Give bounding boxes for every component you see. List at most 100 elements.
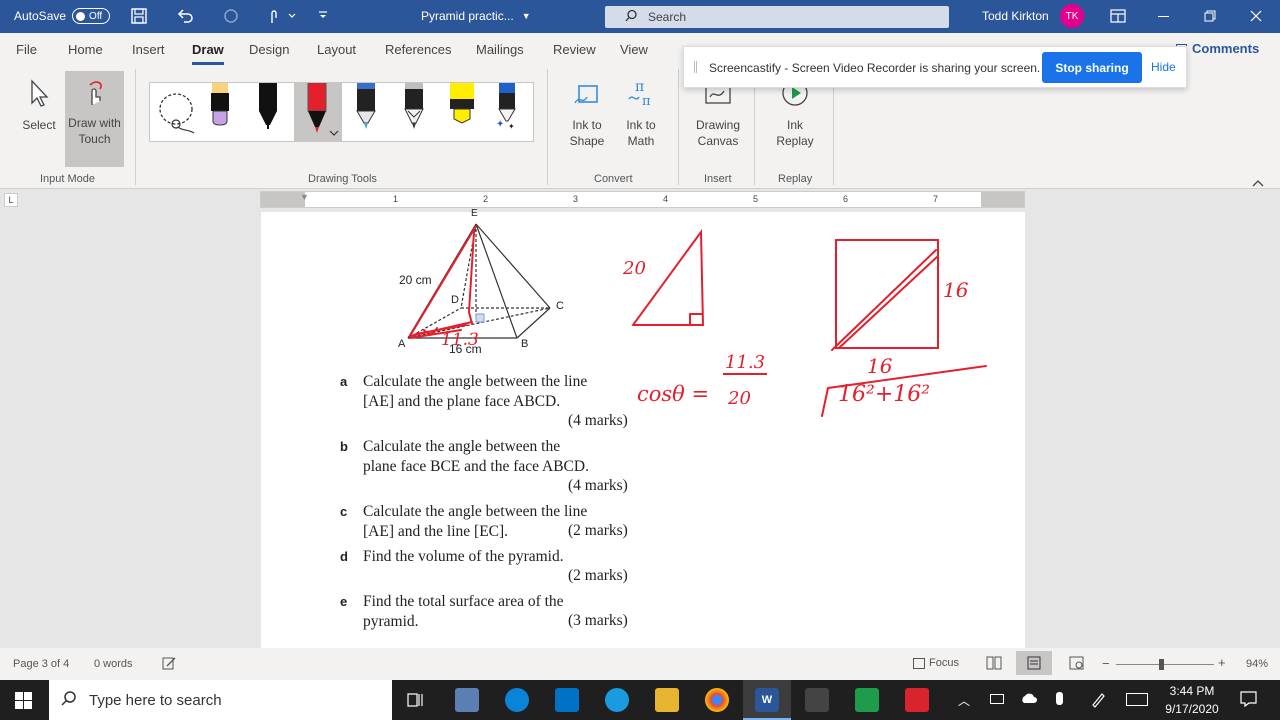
read-mode-icon[interactable]	[986, 656, 1002, 673]
taskbar-search[interactable]: Type here to search	[49, 680, 392, 720]
zoom-out-button[interactable]: −	[1102, 656, 1110, 671]
pen-black[interactable]	[256, 83, 280, 132]
replay-group-label: Replay	[778, 173, 813, 185]
web-layout-icon[interactable]	[1069, 656, 1084, 673]
tab-draw[interactable]: Draw	[192, 42, 224, 65]
question-marks: (2 marks)	[568, 567, 628, 584]
search-box[interactable]: Search	[605, 6, 949, 28]
select-button[interactable]: Select	[20, 77, 58, 133]
ribbon-display-icon[interactable]	[1110, 9, 1126, 23]
ink-hypotenuse: 20	[623, 258, 646, 279]
minimize-icon[interactable]	[1158, 16, 1169, 17]
autosave-toggle[interactable]: Off	[72, 8, 111, 24]
drag-handle-icon[interactable]	[694, 61, 697, 73]
ink-cos-numerator: 11.3	[723, 352, 768, 375]
outlook-icon[interactable]	[555, 688, 579, 712]
touch-keyboard-icon[interactable]	[1126, 693, 1148, 706]
clock-time[interactable]: 3:44 PM	[1164, 684, 1220, 698]
question-marks: (3 marks)	[568, 612, 628, 629]
input-mode-group-label: Input Mode	[40, 173, 96, 185]
zoom-slider[interactable]	[1116, 664, 1214, 665]
battery-icon[interactable]	[990, 694, 1004, 704]
clock-date[interactable]: 9/17/2020	[1158, 702, 1226, 716]
internet-explorer-icon[interactable]	[605, 688, 629, 712]
print-layout-button[interactable]	[1016, 651, 1052, 675]
document-title[interactable]: Pyramid practic... ▼	[421, 9, 531, 23]
question-text: Calculate the angle between the line	[363, 373, 588, 390]
figure-label-e: E	[471, 208, 478, 219]
tab-insert[interactable]: Insert	[132, 42, 165, 57]
avatar[interactable]: TK	[1060, 4, 1084, 28]
onedrive-icon[interactable]	[1020, 692, 1038, 707]
tab-references[interactable]: References	[385, 42, 451, 57]
task-view-icon[interactable]	[406, 691, 424, 712]
pen-red-selected[interactable]	[294, 82, 342, 141]
word-count[interactable]: 0 words	[94, 658, 133, 670]
lasso-select-icon[interactable]	[154, 89, 198, 138]
group-divider	[678, 69, 679, 185]
tab-file[interactable]: File	[16, 42, 37, 57]
proofing-icon[interactable]	[162, 657, 176, 673]
word-icon: W	[755, 688, 779, 712]
question-letter: c	[340, 504, 348, 519]
edge-icon[interactable]	[505, 688, 529, 712]
tab-mailings[interactable]: Mailings	[476, 42, 524, 57]
snipping-tool-icon[interactable]	[455, 688, 479, 712]
windows-start-icon[interactable]	[15, 692, 32, 712]
tab-design[interactable]: Design	[249, 42, 289, 57]
pencil-silver[interactable]	[402, 83, 426, 132]
draw-with-touch-button[interactable]: Draw with Touch	[65, 71, 124, 167]
geogebra-icon[interactable]	[855, 688, 879, 712]
pen-workspace-icon[interactable]	[1090, 692, 1106, 711]
title-bar: AutoSave Off Pyramid practic... ▼ Search…	[0, 0, 1280, 33]
notifications-icon[interactable]	[1240, 691, 1257, 710]
restore-icon[interactable]	[1204, 10, 1216, 22]
comments-button[interactable]: Comments	[1176, 41, 1259, 56]
highlighter-pen-purple[interactable]	[208, 83, 232, 132]
zoom-in-button[interactable]: +	[1218, 655, 1226, 670]
autosave[interactable]: AutoSave Off	[14, 8, 111, 24]
page-count[interactable]: Page 3 of 4	[13, 658, 69, 670]
question-text: [AE] and the line [EC].	[363, 523, 509, 540]
indent-marker-icon[interactable]: ▼	[300, 192, 309, 202]
save-icon[interactable]	[130, 7, 148, 25]
tab-view[interactable]: View	[620, 42, 648, 57]
tab-review[interactable]: Review	[553, 42, 596, 57]
touch-mode-icon[interactable]	[266, 7, 296, 25]
ruler-number: 2	[483, 194, 489, 204]
document-page[interactable]: 20 cm 16 cm A B C D E 11.3 20 cosθ = 11.…	[261, 208, 1025, 648]
hide-button[interactable]: Hide	[1151, 60, 1176, 74]
microphone-icon[interactable]	[1056, 692, 1063, 705]
file-explorer-icon[interactable]	[655, 688, 679, 712]
game-bar-icon[interactable]	[805, 688, 829, 712]
group-divider	[547, 69, 548, 185]
pencil-blue[interactable]	[354, 83, 378, 132]
highlighter-yellow[interactable]	[448, 83, 476, 132]
galaxy-pen[interactable]: ✦ ✦	[494, 83, 520, 132]
zoom-slider-thumb[interactable]	[1159, 659, 1164, 670]
zoom-level[interactable]: 94%	[1246, 658, 1268, 670]
tab-home[interactable]: Home	[68, 42, 103, 57]
word-taskbar-button[interactable]: W	[743, 680, 791, 720]
ruler-number: 7	[933, 194, 939, 204]
question-text: Find the total surface area of the	[363, 593, 564, 610]
horizontal-ruler[interactable]: ▼ 1 2 3 4 5 6 7	[260, 191, 1025, 208]
close-icon[interactable]	[1250, 10, 1262, 22]
focus-button[interactable]: Focus	[913, 657, 959, 669]
ink-to-shape-button[interactable]: Ink to Shape	[566, 77, 608, 149]
customize-toolbar-icon[interactable]	[316, 8, 330, 22]
question-letter: b	[340, 439, 348, 454]
collapse-ribbon-icon[interactable]	[1252, 175, 1264, 190]
stop-sharing-button[interactable]: Stop sharing	[1042, 52, 1142, 83]
redo-icon[interactable]	[222, 7, 240, 25]
ruler-number: 1	[393, 194, 399, 204]
chrome-icon[interactable]	[705, 688, 729, 712]
ink-to-math-button[interactable]: ππ Ink to Math	[620, 77, 662, 149]
chevron-up-icon[interactable]: ︿	[958, 692, 970, 709]
acrobat-icon[interactable]	[905, 688, 929, 712]
undo-icon[interactable]	[176, 7, 194, 25]
tab-layout[interactable]: Layout	[317, 42, 356, 57]
svg-text:π: π	[642, 94, 651, 109]
svg-text:π: π	[635, 79, 644, 95]
tab-stop-selector[interactable]: L	[4, 193, 18, 207]
